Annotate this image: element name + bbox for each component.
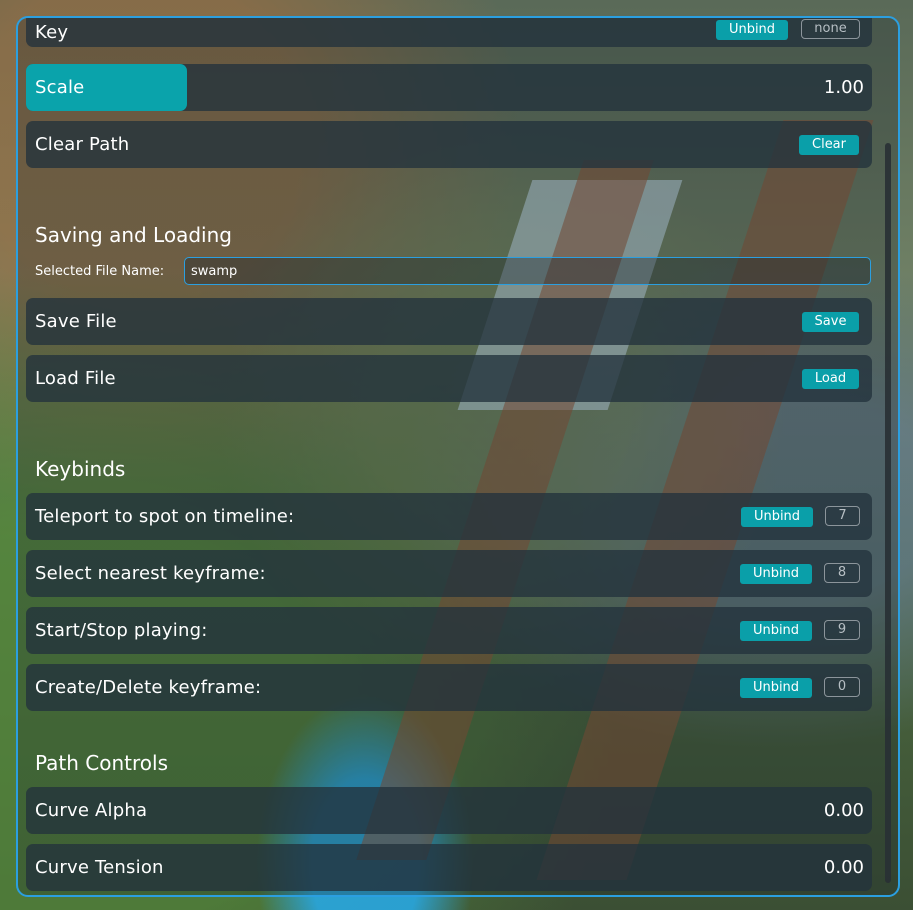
curve-tension-slider[interactable]: Curve Tension 0.00 (26, 844, 872, 891)
curve-tension-label: Curve Tension (35, 857, 164, 878)
keybind-key-box[interactable]: 8 (824, 563, 860, 583)
curve-tension-value: 0.00 (823, 857, 864, 878)
keybind-label: Teleport to spot on timeline: (35, 506, 295, 527)
keybind-row: Create/Delete keyframe: Unbind 0 (26, 664, 872, 711)
key-row-label: Key (35, 22, 69, 43)
scale-label: Scale (35, 77, 85, 98)
load-file-row: Load File Load (26, 355, 872, 402)
curve-alpha-slider[interactable]: Curve Alpha 0.00 (26, 787, 872, 834)
scale-value: 1.00 (823, 77, 864, 98)
key-unbind-button[interactable]: Unbind (716, 20, 788, 40)
clear-path-label: Clear Path (35, 134, 130, 155)
save-button[interactable]: Save (802, 312, 859, 332)
keybind-unbind-button[interactable]: Unbind (741, 507, 813, 527)
clear-path-row: Clear Path Clear (26, 121, 872, 168)
scrollbar[interactable] (885, 143, 891, 883)
keybind-label: Start/Stop playing: (35, 620, 208, 641)
file-name-label: Selected File Name: (35, 264, 165, 279)
keybind-label: Select nearest keyframe: (35, 563, 266, 584)
keybind-unbind-button[interactable]: Unbind (740, 678, 812, 698)
load-button[interactable]: Load (802, 369, 859, 389)
curve-alpha-label: Curve Alpha (35, 800, 148, 821)
curve-alpha-value: 0.00 (823, 800, 864, 821)
saving-section-title: Saving and Loading (35, 223, 232, 247)
keybind-unbind-button[interactable]: Unbind (740, 621, 812, 641)
file-name-input[interactable] (184, 257, 871, 285)
keybind-row: Start/Stop playing: Unbind 9 (26, 607, 872, 654)
clear-button[interactable]: Clear (799, 135, 859, 155)
keybind-key-box[interactable]: 7 (825, 506, 860, 526)
keybinds-section-title: Keybinds (35, 457, 126, 481)
path-controls-section-title: Path Controls (35, 751, 169, 775)
keybind-key-box[interactable]: 0 (824, 677, 860, 697)
key-binding-box[interactable]: none (801, 19, 860, 39)
settings-panel: Key Unbind none Scale 1.00 Clear Path Cl… (16, 16, 900, 897)
keybind-row: Teleport to spot on timeline: Unbind 7 (26, 493, 872, 540)
save-file-label: Save File (35, 311, 117, 332)
keybind-row: Select nearest keyframe: Unbind 8 (26, 550, 872, 597)
save-file-row: Save File Save (26, 298, 872, 345)
keybind-unbind-button[interactable]: Unbind (740, 564, 812, 584)
load-file-label: Load File (35, 368, 116, 389)
key-row: Key Unbind none (26, 18, 872, 47)
scale-slider[interactable]: Scale 1.00 (26, 64, 872, 111)
keybind-label: Create/Delete keyframe: (35, 677, 262, 698)
keybind-key-box[interactable]: 9 (824, 620, 860, 640)
